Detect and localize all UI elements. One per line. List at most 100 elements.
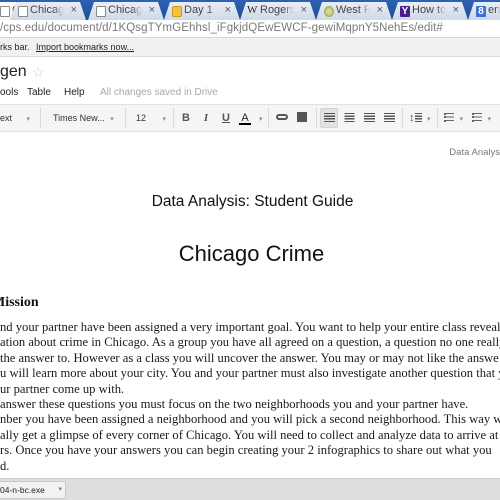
font-size-dropdown[interactable]: 12 ▾	[136, 105, 166, 131]
comment-icon	[297, 112, 307, 123]
underline-button[interactable]: U	[218, 105, 234, 131]
body-line: nd your partner have been assigned a ver…	[0, 320, 500, 334]
bold-button[interactable]: B	[178, 105, 194, 131]
document-icon	[96, 6, 106, 17]
text-color-dropdown[interactable]: ▾	[256, 105, 263, 131]
close-tab-icon[interactable]: ×	[71, 2, 77, 19]
align-right-button[interactable]	[361, 105, 377, 131]
document-title[interactable]: gen	[0, 63, 27, 81]
downloads-bar: 04-n-bc.exe ▾	[0, 478, 500, 500]
toolbar-divider	[316, 108, 317, 128]
tab-title: How to c	[412, 4, 446, 16]
body-line: ation about crime in Chicago. As a group…	[0, 335, 500, 350]
align-justify-button[interactable]	[381, 105, 397, 131]
paragraph-style-dropdown[interactable]: ext ▾	[0, 105, 30, 131]
body-line: nber you have been assigned a neighborho…	[0, 412, 500, 427]
align-left-button[interactable]	[320, 108, 338, 128]
body-line: rs. Once you have your answers you can b…	[0, 443, 492, 458]
globe-icon	[324, 6, 334, 17]
browser-tab[interactable]: West Ridg ×	[316, 2, 392, 20]
align-center-icon	[343, 112, 355, 122]
chevron-down-icon: ▾	[162, 116, 167, 123]
yahoo-icon: Y	[401, 6, 409, 17]
font-size-value: 12	[136, 113, 147, 123]
download-item[interactable]: 04-n-bc.exe ▾	[0, 481, 66, 499]
close-tab-icon[interactable]: ×	[453, 2, 459, 19]
formatting-toolbar: ext ▾ Times New... ▾ 12 ▾ B I U A ▾ ↕ ▾	[0, 104, 500, 132]
line-spacing-lines-icon	[414, 113, 422, 123]
body-line: the answer to. However as a class you wi…	[0, 350, 499, 365]
chevron-down-icon: ▾	[110, 116, 114, 123]
tab-title: West Ridg	[336, 4, 370, 16]
align-center-button[interactable]	[341, 105, 357, 131]
toolbar-divider	[40, 108, 41, 128]
body-line: ur partner come up with.	[0, 381, 125, 396]
link-icon	[276, 114, 288, 121]
toolbar-divider	[173, 108, 174, 128]
toolbar-divider	[268, 108, 269, 128]
body-line: d.	[0, 458, 10, 473]
close-tab-icon[interactable]: ×	[149, 2, 155, 19]
line-spacing-dropdown[interactable]: ↕ ▾	[409, 105, 431, 131]
section-heading-text: Mission	[0, 295, 39, 310]
document-icon	[0, 6, 10, 17]
insert-comment-button[interactable]	[294, 105, 310, 131]
document-icon	[18, 6, 28, 17]
browser-tab[interactable]: Y How to c ×	[392, 2, 468, 20]
google-icon: 8	[476, 6, 486, 17]
menu-table[interactable]: Table	[27, 87, 51, 98]
import-bookmarks-link[interactable]: Import bookmarks now...	[36, 42, 134, 52]
numbered-list-icon	[444, 113, 454, 123]
italic-button[interactable]: I	[198, 105, 214, 131]
toolbar-divider	[125, 108, 126, 128]
numbered-list-dropdown[interactable]: ▾	[444, 105, 463, 131]
tab-title: en	[488, 4, 500, 16]
url-text[interactable]: /cps.edu/document/d/1KQsgTYmGEhhsl_iFgkj…	[0, 22, 443, 34]
section-heading: Mission	[0, 295, 39, 311]
chevron-down-icon: ▾	[459, 116, 464, 123]
toolbar-divider	[437, 108, 438, 128]
font-value: Times New...	[53, 113, 105, 123]
tab-title: Chicago P	[108, 4, 142, 16]
star-icon[interactable]: ☆	[32, 64, 45, 81]
download-filename: 04-n-bc.exe	[0, 485, 45, 495]
close-tab-icon[interactable]: ×	[225, 2, 231, 19]
align-right-icon	[363, 112, 375, 122]
paragraph-style-value: ext	[0, 113, 13, 123]
browser-tab[interactable]: 8 en	[468, 2, 500, 20]
chevron-down-icon: ▾	[26, 116, 31, 123]
menu-help[interactable]: Help	[64, 87, 85, 98]
body-line: answer these questions you must focus on…	[0, 397, 469, 412]
slides-icon	[172, 6, 182, 17]
insert-link-button[interactable]	[274, 105, 290, 131]
menu-tools[interactable]: ools	[0, 87, 18, 98]
body-paragraph: nd your partner have been assigned a ver…	[0, 320, 500, 474]
browser-tab[interactable]: Chicago P ×	[88, 2, 164, 20]
document-page[interactable]: Data Analys Data Analysis: Student Guide…	[0, 133, 500, 478]
wikipedia-icon: W	[247, 4, 258, 16]
text-color-button[interactable]: A	[237, 105, 253, 131]
body-line: ally get a glimpse of every corner of Ch…	[0, 427, 500, 442]
bookmarks-bar-text: rks bar.	[0, 42, 30, 52]
bulleted-list-icon	[472, 113, 482, 123]
tab-title: Chicago P	[30, 4, 64, 16]
bulleted-list-dropdown[interactable]: ▾	[472, 105, 491, 131]
tab-title: Day 1 - 2 I	[184, 4, 218, 16]
browser-tab[interactable]: Day 1 - 2 I ×	[164, 2, 240, 20]
tab-title: Rogers Pa	[260, 4, 294, 16]
font-dropdown[interactable]: Times New... ▾	[53, 105, 114, 131]
document-subtitle: Data Analysis: Student Guide	[151, 193, 354, 210]
address-bar[interactable]: /cps.edu/document/d/1KQsgTYmGEhhsl_iFgkj…	[0, 20, 500, 38]
chevron-down-icon: ▾	[487, 116, 492, 123]
align-justify-icon	[383, 112, 395, 122]
body-line: u will learn more about your city. You a…	[0, 366, 500, 381]
browser-tab[interactable]: W Rogers Pa ×	[240, 2, 316, 20]
close-tab-icon[interactable]: ×	[301, 2, 307, 19]
browser-tab[interactable]: Chicago P ×	[10, 2, 86, 20]
bookmarks-bar: rks bar. Import bookmarks now...	[0, 38, 500, 57]
browser-tab-strip: Chicago P × Chicago P × Chicago P × Day …	[0, 0, 500, 20]
close-tab-icon[interactable]: ×	[377, 2, 383, 19]
document-header: Data Analys	[449, 147, 500, 158]
chevron-down-icon: ▾	[427, 116, 431, 123]
chevron-down-icon[interactable]: ▾	[58, 482, 62, 498]
